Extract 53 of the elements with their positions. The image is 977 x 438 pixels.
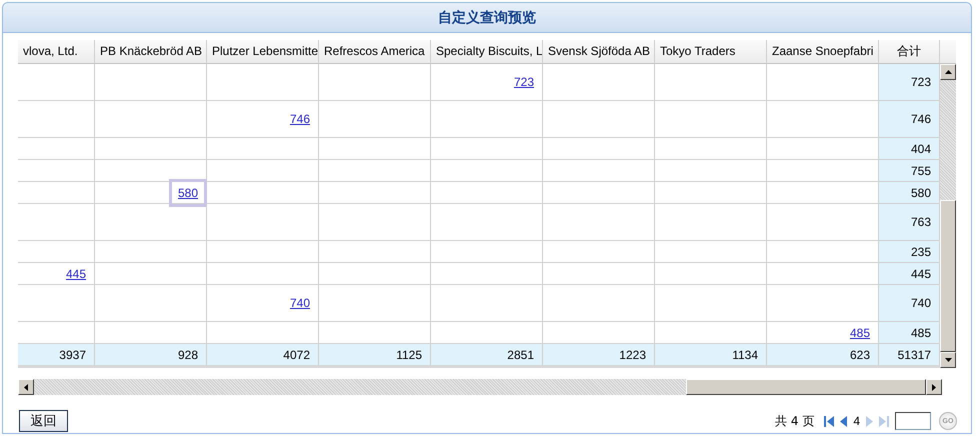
column-header[interactable]: vlova, Ltd.	[18, 40, 95, 64]
table-cell: 445	[879, 263, 940, 285]
back-button[interactable]: 返回	[19, 410, 68, 432]
up-arrow-icon	[944, 70, 952, 74]
table-link[interactable]: 723	[514, 75, 534, 89]
table-cell: 723	[879, 64, 940, 101]
table-cell: 580	[879, 182, 940, 204]
table-cell: 485	[879, 322, 940, 344]
table-cell: 740	[879, 285, 940, 322]
table-link[interactable]: 485	[850, 326, 870, 340]
table-cell: 755	[879, 160, 940, 182]
column-header[interactable]: Refrescos America	[319, 40, 431, 64]
vertical-scrollbar[interactable]	[940, 40, 956, 368]
first-page-icon[interactable]	[824, 416, 834, 426]
column-header[interactable]: PB Knäckebröd AB	[95, 40, 207, 64]
table-cell: 2851	[431, 344, 543, 368]
scroll-down-button[interactable]	[940, 352, 956, 368]
table-link[interactable]: 580	[172, 182, 204, 204]
table-cell: 1125	[319, 344, 431, 368]
window-title: 自定义查询预览	[438, 8, 536, 26]
table-link[interactable]: 445	[66, 266, 86, 280]
table-cell: 763	[879, 204, 940, 241]
right-arrow-icon	[932, 384, 936, 390]
column-header[interactable]: 合计	[879, 40, 940, 64]
table-cell: 235	[879, 241, 940, 263]
scrollbar-thumb[interactable]	[686, 379, 926, 395]
scroll-up-button[interactable]	[940, 64, 956, 80]
previous-page-icon[interactable]	[840, 416, 848, 426]
horizontal-scrollbar[interactable]	[18, 379, 942, 395]
table-cell: 3937	[18, 344, 95, 368]
table-link[interactable]: 740	[290, 296, 310, 310]
table-cell: 51317	[879, 344, 940, 368]
page-count: 共 4 页	[775, 412, 814, 430]
column-header[interactable]: Tokyo Traders	[655, 40, 767, 64]
scroll-right-button[interactable]	[926, 379, 942, 395]
down-arrow-icon	[944, 358, 952, 362]
table-cell: 1223	[543, 344, 655, 368]
column-header[interactable]: Zaanse Snoepfabri	[767, 40, 879, 64]
page-input-field[interactable]	[895, 412, 931, 430]
column-header[interactable]: Specialty Biscuits, L	[431, 40, 543, 64]
scrollbar-thumb[interactable]	[940, 200, 956, 352]
table-cell: 404	[879, 138, 940, 160]
column-header[interactable]: Svensk Sjöföda AB	[543, 40, 655, 64]
table-cell: 746	[879, 101, 940, 138]
table-cell: 1134	[655, 344, 767, 368]
table-cell: 928	[95, 344, 207, 368]
column-header[interactable]: Plutzer Lebensmitte	[207, 40, 319, 64]
left-arrow-icon	[24, 384, 28, 390]
table-cell: 623	[767, 344, 879, 368]
current-page: 4	[853, 414, 860, 428]
table-cell: 4072	[207, 344, 319, 368]
table-link[interactable]: 746	[290, 112, 310, 126]
scroll-left-button[interactable]	[18, 379, 34, 395]
